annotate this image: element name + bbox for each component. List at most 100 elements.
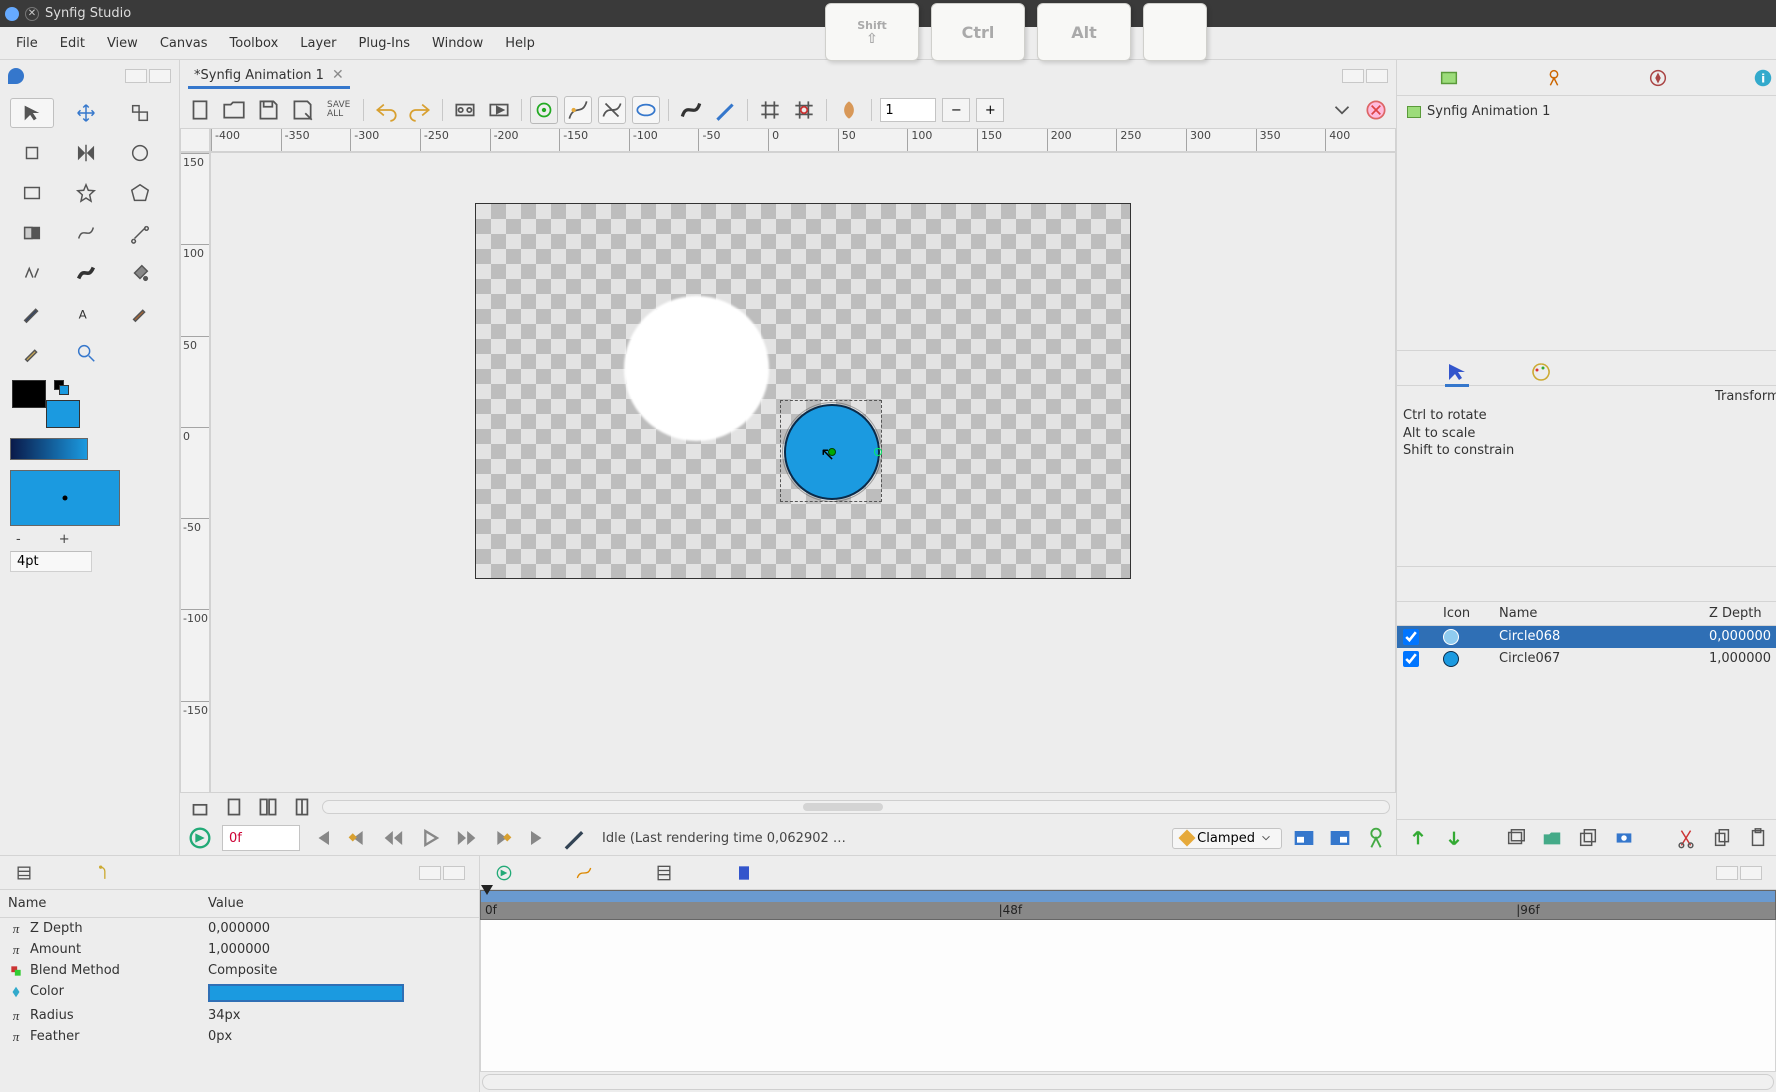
tool-text[interactable]: A [64,298,108,328]
layer-new-button[interactable] [1505,827,1527,849]
tool-brush[interactable] [118,298,162,328]
low-res-button[interactable] [677,96,705,124]
brush-increase[interactable]: + [59,532,70,547]
tool-polygon[interactable] [118,178,162,208]
menu-edit[interactable]: Edit [50,32,95,55]
menu-help[interactable]: Help [495,32,545,55]
tool-rectangle[interactable] [10,178,54,208]
tool-bone[interactable] [118,218,162,248]
new-file-button[interactable] [186,96,214,124]
metadata-tab-icon[interactable] [734,863,754,883]
palette-tab[interactable] [1529,363,1553,387]
open-file-button[interactable] [220,96,248,124]
menu-view[interactable]: View [97,32,148,55]
gradient-swatch[interactable] [10,438,88,460]
brush-size-value[interactable]: 4pt [10,551,92,572]
menu-toolbox[interactable]: Toolbox [220,32,289,55]
layer-row[interactable]: Circle067 1,000000 [1397,648,1776,670]
tool-width[interactable] [64,258,108,288]
tool-fill[interactable] [118,258,162,288]
dock-handle[interactable] [125,69,171,83]
layer-visibility-checkbox[interactable] [1403,629,1419,645]
param-row[interactable]: πZ Depth0,000000 [0,918,479,940]
param-row[interactable]: πFeather0px [0,1026,479,1047]
timetrack-tab-icon[interactable] [494,863,514,883]
dock-handle[interactable] [1716,866,1762,880]
layer-row[interactable]: Circle068 0,000000 [1397,626,1776,648]
seek-prev-frame-button[interactable] [380,824,408,852]
zoom-menu-dropdown[interactable] [1328,96,1356,124]
param-row[interactable]: Color [0,981,479,1005]
save-all-button[interactable]: SAVE ALL [322,96,355,124]
origin-handle[interactable] [828,448,836,456]
seek-next-frame-button[interactable] [452,824,480,852]
viewport-nav3-button[interactable] [288,793,316,821]
close-tab-icon[interactable]: ✕ [332,67,344,83]
canvases-tab-icon[interactable] [1438,67,1460,89]
menu-plugins[interactable]: Plug-Ins [349,32,420,55]
layer-group-button[interactable] [1541,827,1563,849]
snap-width-toggle[interactable] [632,96,660,124]
tool-scale[interactable] [118,98,162,128]
tool-draw[interactable] [10,298,54,328]
snap-handle-toggle[interactable] [564,96,592,124]
animate-edit-toggle[interactable] [1362,824,1390,852]
param-row[interactable]: Blend MethodComposite [0,960,479,981]
layer-circle067-shape[interactable] [624,296,769,441]
keyframe-lock-past[interactable] [1290,824,1318,852]
layer-duplicate-button[interactable] [1577,827,1599,849]
param-row[interactable]: πRadius34px [0,1005,479,1026]
save-as-button[interactable] [288,96,316,124]
default-interpolation-dropdown[interactable]: Clamped [1172,828,1282,849]
layer-copy-button[interactable] [1711,827,1733,849]
keyframe-lock-future[interactable] [1326,824,1354,852]
tool-eyedrop[interactable] [10,338,54,368]
navigator-tab-icon[interactable] [1647,67,1669,89]
snap-grid-toggle[interactable] [790,96,818,124]
preview-button[interactable] [485,96,513,124]
param-row[interactable]: πAmount1,000000 [0,939,479,960]
library-tab-icon[interactable] [94,863,114,883]
fill-color-swatch[interactable] [46,400,80,428]
dock-handle[interactable] [1342,69,1388,83]
tool-zoom[interactable] [64,338,108,368]
tool-cutout[interactable] [10,258,54,288]
stop-render-button[interactable] [1362,96,1390,124]
menu-file[interactable]: File [6,32,48,55]
info-tab-icon[interactable]: i [1752,67,1774,89]
window-close-button[interactable]: ✕ [25,7,39,21]
param-color-value[interactable] [208,984,404,1002]
tool-star[interactable] [64,178,108,208]
undo-button[interactable] [372,96,400,124]
loop-button[interactable] [560,824,588,852]
viewport-lock-button[interactable] [186,793,214,821]
menu-window[interactable]: Window [422,32,493,55]
radius-handle[interactable] [874,448,882,456]
timeline-ruler[interactable]: 0f |48f |96f [480,890,1776,920]
canvas-viewport[interactable]: ↖ [210,152,1396,793]
brush-decrease[interactable]: - [16,532,21,547]
tool-smooth-move[interactable] [64,98,108,128]
layer-raise-button[interactable] [1407,827,1429,849]
zoom-in-button[interactable]: + [976,98,1004,122]
fill-preview[interactable] [10,470,120,526]
zoom-out-button[interactable]: − [942,98,970,122]
layer-lower-button[interactable] [1443,827,1465,849]
history-tab-icon[interactable] [1543,67,1565,89]
viewport-nav2-button[interactable] [254,793,282,821]
tool-rotate[interactable] [10,138,54,168]
seek-next-key-button[interactable] [488,824,516,852]
vertical-ruler[interactable]: 150100500-50-100-150 [180,152,210,793]
zoom-input[interactable] [880,98,936,122]
tool-circle[interactable] [118,138,162,168]
save-file-button[interactable] [254,96,282,124]
viewport-nav1-button[interactable] [220,793,248,821]
animate-mode-toggle[interactable] [186,824,214,852]
current-time-input[interactable] [222,825,300,851]
onion-toggle[interactable] [530,96,558,124]
keyframes-tab-icon[interactable] [654,863,674,883]
menu-canvas[interactable]: Canvas [150,32,218,55]
timeline-scrollbar[interactable] [482,1074,1774,1090]
tool-gradient[interactable] [10,218,54,248]
render-button[interactable] [451,96,479,124]
